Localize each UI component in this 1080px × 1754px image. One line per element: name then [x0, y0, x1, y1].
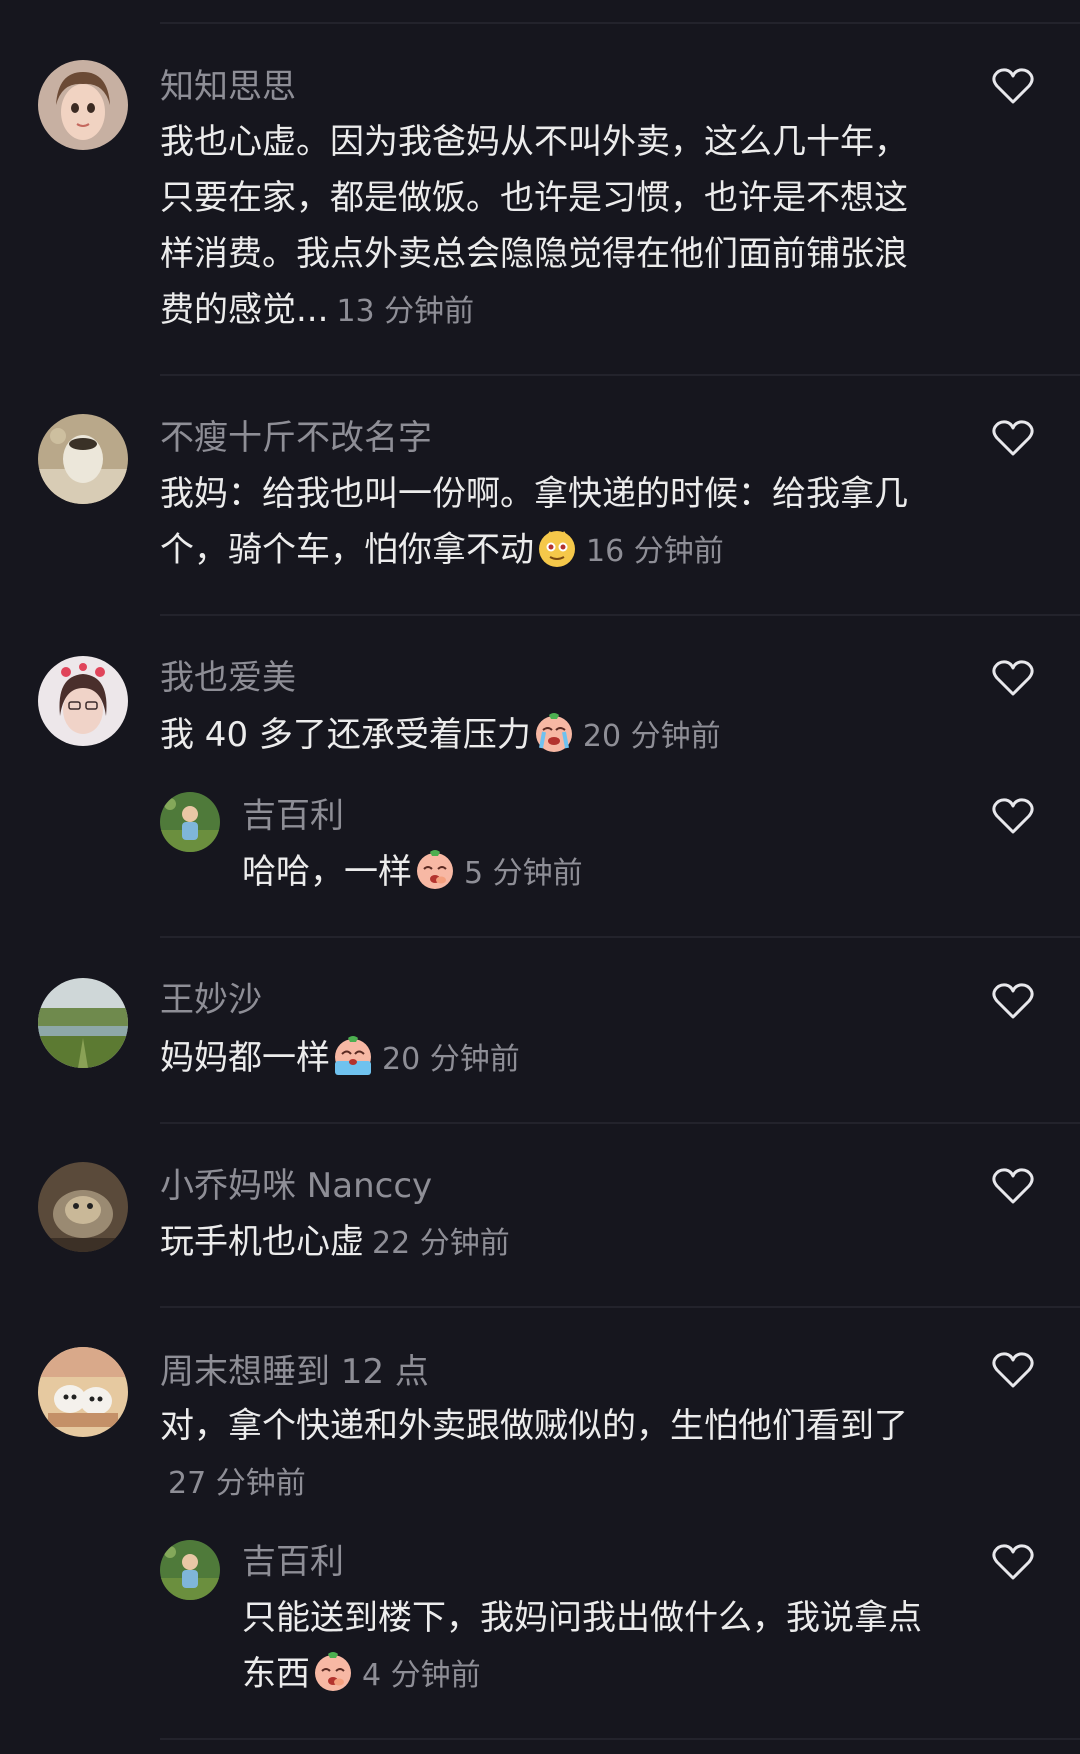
comment-time: 5 分钟前	[464, 856, 583, 891]
comment-time: 16 分钟前	[586, 534, 724, 569]
comment-time: 20 分钟前	[582, 719, 721, 754]
heart-icon[interactable]	[992, 1350, 1034, 1390]
heart-icon[interactable]	[992, 1542, 1034, 1582]
comment-username[interactable]: 吉百利	[242, 1542, 344, 1582]
comment-text: 我妈：给我也叫一份啊。拿快递的时候：给我拿几个，骑个车，怕你拿不动	[160, 474, 908, 570]
avatar[interactable]	[160, 1540, 220, 1600]
comment-body: 我 40 多了还承受着压力 20 分钟前	[160, 707, 920, 765]
comment-body: 我也心虚。因为我爸妈从不叫外卖，这么几十年，只要在家，都是做饭。也许是习惯，也许…	[160, 114, 920, 340]
comment-body: 哈哈，一样 5 分钟前	[242, 844, 942, 902]
heart-icon[interactable]	[992, 418, 1034, 458]
avatar[interactable]	[38, 1162, 128, 1252]
comment-username[interactable]: 小乔妈咪 Nanccy	[160, 1166, 432, 1206]
comment-text: 玩手机也心虚	[160, 1222, 364, 1262]
divider	[160, 22, 1080, 24]
comment-body: 我妈：给我也叫一份啊。拿快递的时候：给我拿几个，骑个车，怕你拿不动 16 分钟前	[160, 466, 920, 580]
giggle-face-emoji	[414, 849, 456, 891]
comment-text: 对，拿个快递和外卖跟做贼似的，生怕他们看到了	[160, 1406, 908, 1446]
comment-username[interactable]: 我也爱美	[160, 658, 296, 698]
heart-icon[interactable]	[992, 1166, 1034, 1206]
tearful-face-emoji	[332, 1035, 374, 1077]
divider	[160, 1738, 1080, 1740]
comment-body: 玩手机也心虚 22 分钟前	[160, 1214, 920, 1272]
comment-time: 20 分钟前	[382, 1042, 520, 1077]
divider	[160, 374, 1080, 376]
avatar[interactable]	[38, 60, 128, 150]
divider	[160, 1122, 1080, 1124]
comment-username[interactable]: 不瘦十斤不改名字	[160, 418, 432, 458]
crying-face-emoji	[533, 712, 575, 754]
heart-icon[interactable]	[992, 981, 1034, 1021]
avatar[interactable]	[38, 656, 128, 746]
comment-body: 妈妈都一样 20 分钟前	[160, 1030, 920, 1088]
comment-body: 对，拿个快递和外卖跟做贼似的，生怕他们看到了 27 分钟前	[160, 1398, 920, 1512]
giggle-face-emoji	[312, 1651, 354, 1693]
heart-icon[interactable]	[992, 66, 1034, 106]
comment-username[interactable]: 王妙沙	[160, 980, 262, 1020]
avatar[interactable]	[38, 978, 128, 1068]
heart-icon[interactable]	[992, 658, 1034, 698]
divider	[160, 936, 1080, 938]
comment-time: 27 分钟前	[168, 1466, 306, 1501]
comment-username[interactable]: 知知思思	[160, 67, 296, 107]
divider	[160, 614, 1080, 616]
comment-time: 13 分钟前	[336, 294, 475, 329]
comment-body: 只能送到楼下，我妈问我出做什么，我说拿点东西 4 分钟前	[242, 1590, 942, 1704]
divider	[160, 1306, 1080, 1308]
comment-time: 22 分钟前	[372, 1226, 510, 1261]
comment-text: 哈哈，一样	[242, 852, 412, 892]
avatar[interactable]	[38, 1347, 128, 1437]
sly-face-emoji	[536, 527, 578, 569]
heart-icon[interactable]	[992, 796, 1034, 836]
comment-text: 我 40 多了还承受着压力	[160, 715, 531, 755]
avatar[interactable]	[38, 414, 128, 504]
comment-time: 4 分钟前	[362, 1658, 481, 1693]
avatar[interactable]	[160, 792, 220, 852]
comment-text: 我也心虚。因为我爸妈从不叫外卖，这么几十年，只要在家，都是做饭。也许是习惯，也许…	[160, 122, 908, 330]
comment-text: 妈妈都一样	[160, 1038, 330, 1078]
comment-username[interactable]: 吉百利	[242, 796, 344, 836]
comment-username[interactable]: 周末想睡到 12 点	[160, 1352, 429, 1392]
